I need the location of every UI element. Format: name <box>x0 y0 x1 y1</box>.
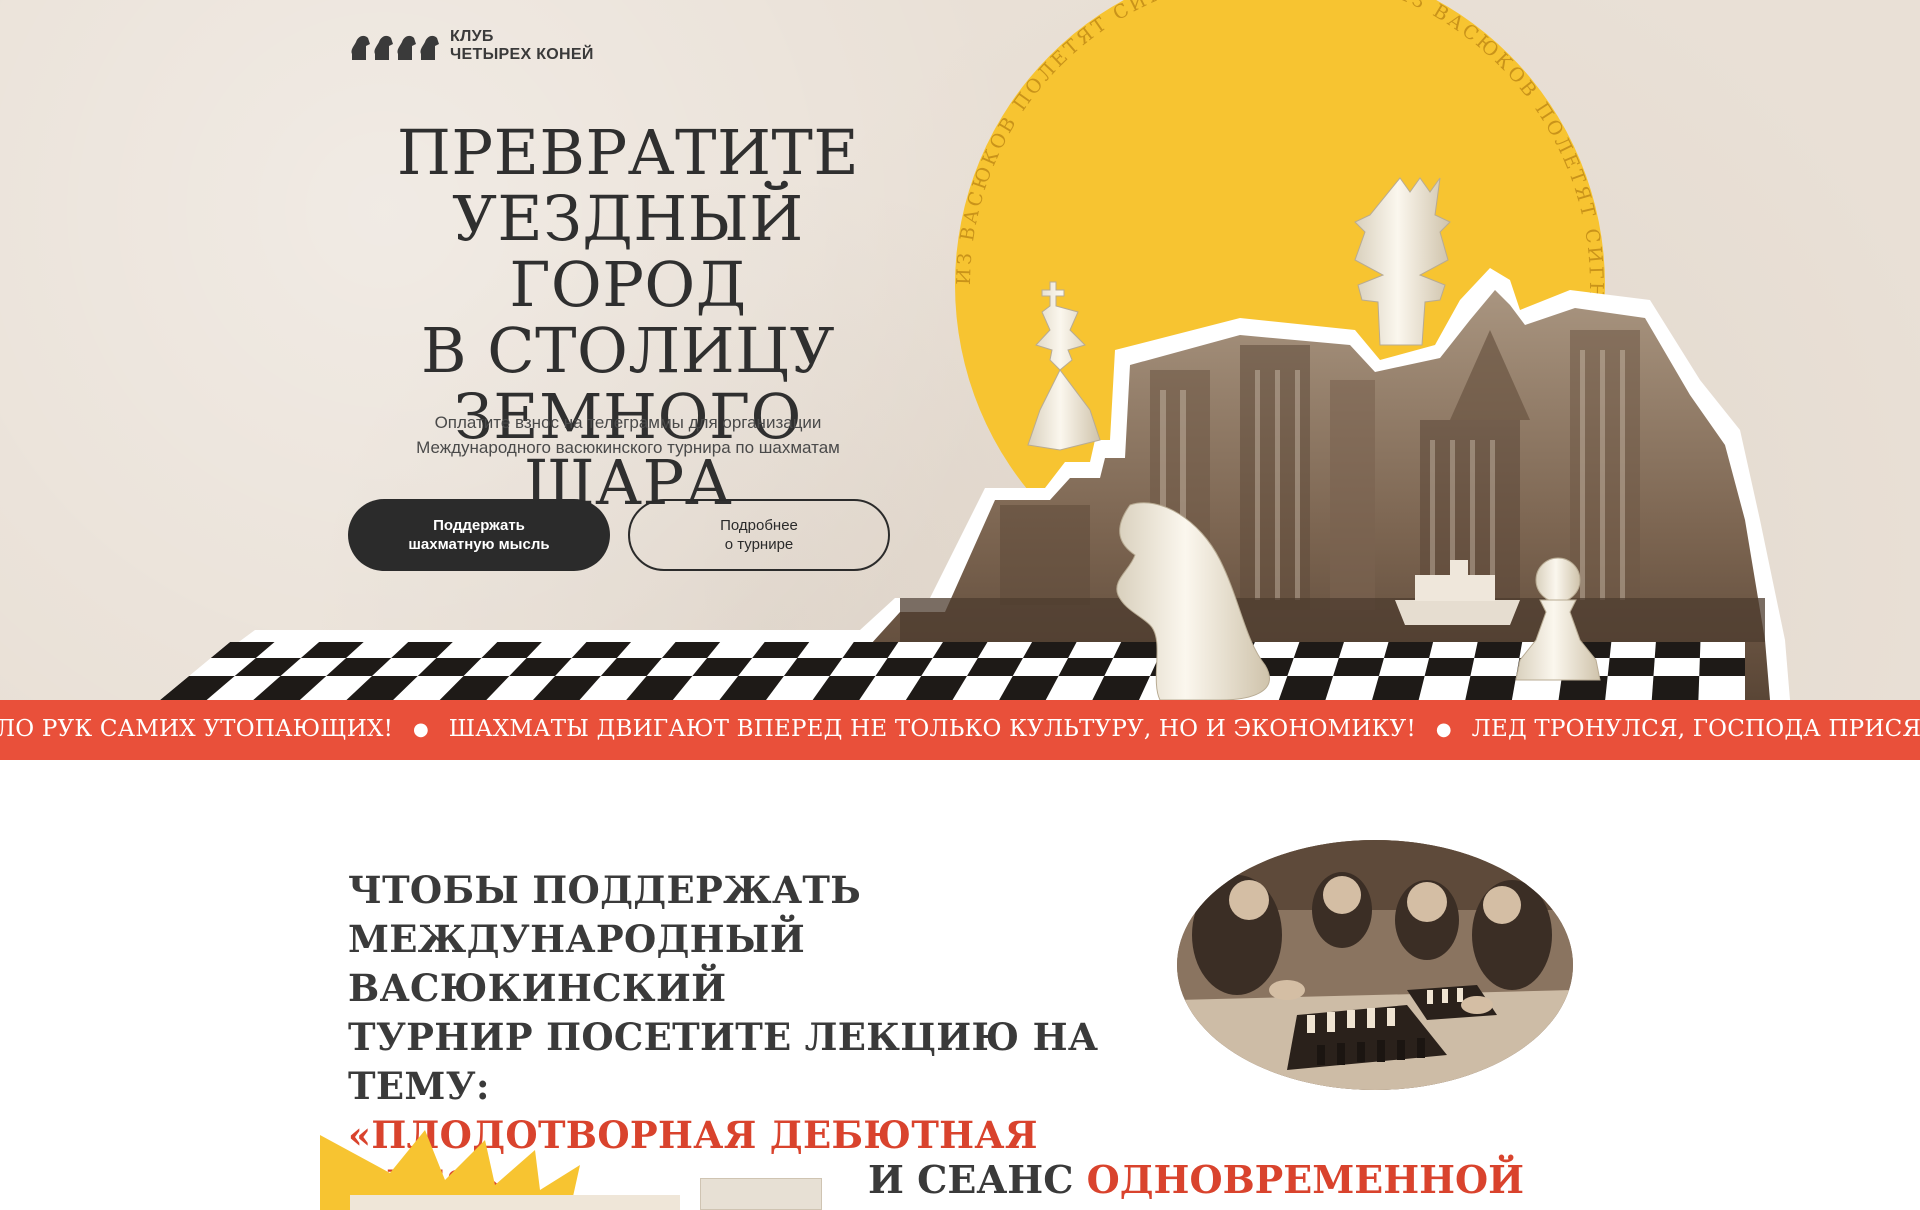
board-square <box>1022 642 1077 658</box>
photo-illustration <box>1177 840 1573 1090</box>
board-square <box>1699 658 1745 676</box>
hero-title-line: В СТОЛИЦУ <box>420 314 836 387</box>
board-square <box>1333 658 1384 676</box>
ticker-item: ШАХМАТЫ ДВИГАЮТ ВПЕРЕД НЕ ТОЛЬКО КУЛЬТУР… <box>448 716 1416 742</box>
club-logo[interactable]: КЛУБ ЧЕТЫРЕХ КОНЕЙ <box>348 28 594 64</box>
lecture-heading-line: МЕЖДУНАРОДНЫЙ ВАСЮКИНСКИЙ <box>348 917 805 1010</box>
hero-title-line: ПРЕВРАТИТЕ <box>396 116 860 189</box>
hero-section: ИЗ ВАСЮКОВ ПОЛЕТЯТ СИГНАЛЫ НА МАРС · ИЗ … <box>0 0 1920 700</box>
logo-line-1: КЛУБ <box>450 28 494 45</box>
four-knights-icon <box>351 35 439 60</box>
board-square <box>1607 658 1655 676</box>
session-heading-prefix: И СЕАНС <box>868 1157 1087 1202</box>
hero-subtitle: Оплатите взнос на телеграммы для организ… <box>348 410 908 460</box>
details-button-label: Подробнее <box>720 517 798 534</box>
support-button-label: Поддержать <box>433 517 525 534</box>
hero-subtitle-line: Международного васюкинского турнира по ш… <box>416 438 840 457</box>
board-square <box>1058 658 1114 676</box>
board-square <box>1383 642 1434 658</box>
hero-subtitle-line: Оплатите взнос на телеграммы для организ… <box>434 413 822 432</box>
board-square <box>1424 658 1475 676</box>
ticker-track: ДЕЛО РУК САМИХ УТОПАЮЩИХ! ● ШАХМАТЫ ДВИГ… <box>0 716 1920 742</box>
ticker-item: ЛЕД ТРОНУЛСЯ, ГОСПОДА ПРИСЯЖНЫЕ ЗАСЕДАТЕ… <box>1471 716 1920 742</box>
board-square <box>1474 642 1523 658</box>
ticker-item: ДЕЛО РУК САМИХ УТОПАЮЩИХ! <box>0 716 394 742</box>
board-square <box>1465 676 1517 700</box>
hero-title-line: УЕЗДНЫЙ ГОРОД <box>452 182 804 321</box>
lecture-heading-line: ЧТОБЫ ПОДДЕРЖАТЬ <box>348 868 862 912</box>
board-square <box>1293 642 1344 658</box>
session-heading: И СЕАНС ОДНОВРЕМЕННОЙ ИГРЫ <box>868 1155 1668 1210</box>
details-button-label: о турнире <box>724 536 794 553</box>
bullet-icon: ● <box>413 718 429 740</box>
chess-players-photo <box>1177 840 1573 1090</box>
board-square <box>1372 676 1425 700</box>
starburst-graphic <box>320 1130 680 1210</box>
lecture-heading-line: ТУРНИР ПОСЕТИТЕ ЛЕКЦИЮ НА ТЕМУ: <box>348 1015 1099 1108</box>
logo-line-2: ЧЕТЫРЕХ КОНЕЙ <box>450 46 594 63</box>
board-square <box>1654 642 1701 658</box>
book-cover-thumbnail <box>700 1178 822 1210</box>
bullet-icon: ● <box>1435 718 1452 740</box>
board-square <box>1278 676 1334 700</box>
support-button-label: шахматную мысль <box>408 536 550 553</box>
chessboard <box>160 642 1745 700</box>
board-square <box>1651 676 1700 700</box>
support-button[interactable]: Поддержать шахматную мысль <box>348 499 610 571</box>
slogan-ticker: ДЕЛО РУК САМИХ УТОПАЮЩИХ! ● ШАХМАТЫ ДВИГ… <box>0 700 1920 760</box>
logo-text: КЛУБ ЧЕТЫРЕХ КОНЕЙ <box>450 28 594 64</box>
details-button[interactable]: Подробнее о турнире <box>628 499 890 571</box>
